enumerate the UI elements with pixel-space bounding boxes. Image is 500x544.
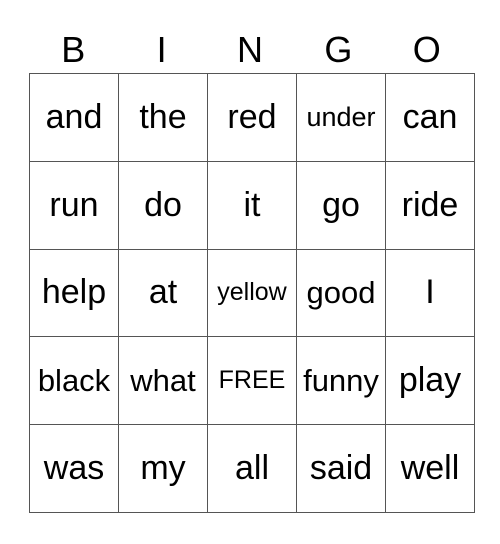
grid-row: black what FREE funny play bbox=[29, 336, 475, 426]
grid-row: help at yellow good I bbox=[29, 248, 475, 338]
bingo-cell[interactable]: and bbox=[29, 73, 119, 162]
header-letter-n: N bbox=[236, 29, 263, 70]
bingo-cell[interactable]: black bbox=[29, 336, 119, 426]
bingo-cell[interactable]: good bbox=[296, 248, 386, 338]
bingo-cell[interactable]: yellow bbox=[207, 248, 297, 338]
bingo-cell[interactable]: said bbox=[296, 424, 386, 513]
bingo-cell[interactable]: the bbox=[118, 73, 208, 162]
bingo-cell[interactable]: run bbox=[29, 160, 119, 250]
bingo-cell[interactable]: do bbox=[118, 160, 208, 250]
header-letter-i: I bbox=[156, 29, 167, 70]
bingo-cell[interactable]: all bbox=[207, 424, 297, 513]
bingo-cell[interactable]: I bbox=[385, 248, 475, 338]
grid-row: run do it go ride bbox=[29, 160, 475, 250]
bingo-cell[interactable]: ride bbox=[385, 160, 475, 250]
bingo-cell[interactable]: my bbox=[118, 424, 208, 513]
bingo-cell[interactable]: play bbox=[385, 336, 475, 426]
bingo-header: B I N G O bbox=[29, 28, 471, 72]
bingo-cell[interactable]: what bbox=[118, 336, 208, 426]
header-letter-o: O bbox=[412, 29, 441, 70]
bingo-cell[interactable]: funny bbox=[296, 336, 386, 426]
bingo-cell[interactable]: at bbox=[118, 248, 208, 338]
bingo-cell[interactable]: can bbox=[385, 73, 475, 162]
bingo-cell[interactable]: it bbox=[207, 160, 297, 250]
bingo-cell[interactable]: was bbox=[29, 424, 119, 513]
header-letter-g: G bbox=[324, 29, 353, 70]
bingo-cell[interactable]: under bbox=[296, 73, 386, 162]
bingo-cell[interactable]: go bbox=[296, 160, 386, 250]
free-space-cell[interactable]: FREE bbox=[207, 336, 297, 426]
bingo-cell[interactable]: red bbox=[207, 73, 297, 162]
bingo-cell[interactable]: well bbox=[385, 424, 475, 513]
grid-row: and the red under can bbox=[29, 73, 475, 162]
grid-row: was my all said well bbox=[29, 424, 475, 513]
header-letter-b: B bbox=[61, 29, 86, 70]
bingo-grid: and the red under can run do it go ride … bbox=[29, 73, 475, 513]
bingo-cell[interactable]: help bbox=[29, 248, 119, 338]
